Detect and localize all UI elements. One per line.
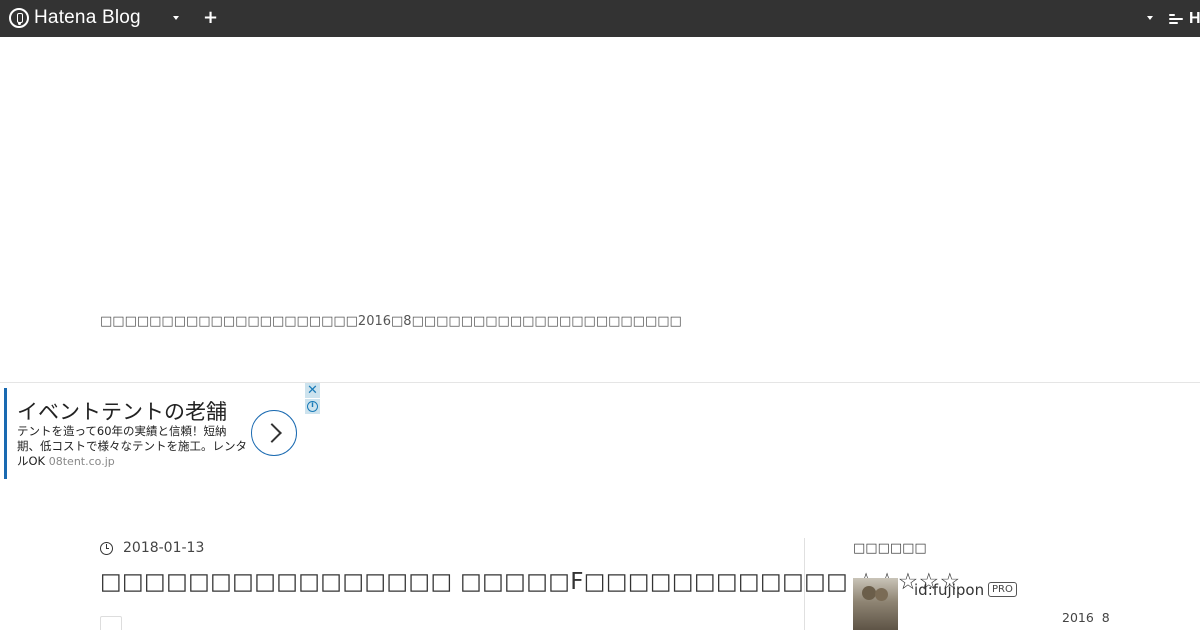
hatena-logo-icon [9, 8, 29, 28]
clock-icon [100, 541, 113, 555]
ad-body[interactable]: テントを造って60年の実績と信頼！短納期、低コストで様々なテントを施工。レンタル… [17, 424, 249, 469]
blog-description: □□□□□□□□□□□□□□□□□□□□□2016□8□□□□□□□□□□□□□… [100, 314, 682, 329]
user-menu-caret-icon[interactable] [1147, 16, 1153, 20]
ad-chevron-right-icon[interactable] [251, 410, 297, 456]
hatena-blog-logo[interactable]: Hatena Blog [9, 6, 141, 30]
column-divider [804, 538, 805, 630]
pro-badge: PRO [988, 582, 1017, 597]
ad-domain: 08tent.co.jp [48, 455, 115, 468]
advertisement[interactable]: イベントテントの老舗 テントを造って60年の実績と信頼！短納期、低コストで様々な… [4, 388, 297, 479]
entry-share-box[interactable] [100, 616, 122, 630]
entry-date[interactable]: 2018-01-13 [100, 540, 204, 556]
avatar[interactable] [853, 578, 898, 630]
account-icon [1169, 14, 1183, 24]
sidebar-heading: □□□□□□ [853, 541, 927, 556]
ad-title[interactable]: イベントテントの老舗 [17, 396, 227, 426]
profile-id-link[interactable]: id:fujipon [914, 581, 984, 599]
global-header: Hatena Blog + H [0, 0, 1200, 37]
profile-since: 2016 8 [1062, 610, 1110, 625]
account-brand: H [1189, 10, 1200, 27]
blog-menu-caret-icon[interactable] [173, 16, 179, 20]
brand-name: Hatena Blog [34, 7, 141, 28]
ad-close-icon[interactable]: ✕ [305, 383, 320, 398]
new-post-plus-icon[interactable]: + [203, 9, 218, 27]
entry-date-text: 2018-01-13 [123, 540, 205, 556]
entry-title[interactable]: □□□□□□□□□□□□□□□□ □□□□□F□□□□□□□□□□□□ ☆☆☆☆… [100, 569, 960, 595]
hatena-account-logo[interactable]: H [1169, 9, 1200, 29]
header-divider [0, 382, 1200, 383]
ad-info-icon[interactable] [305, 399, 320, 414]
